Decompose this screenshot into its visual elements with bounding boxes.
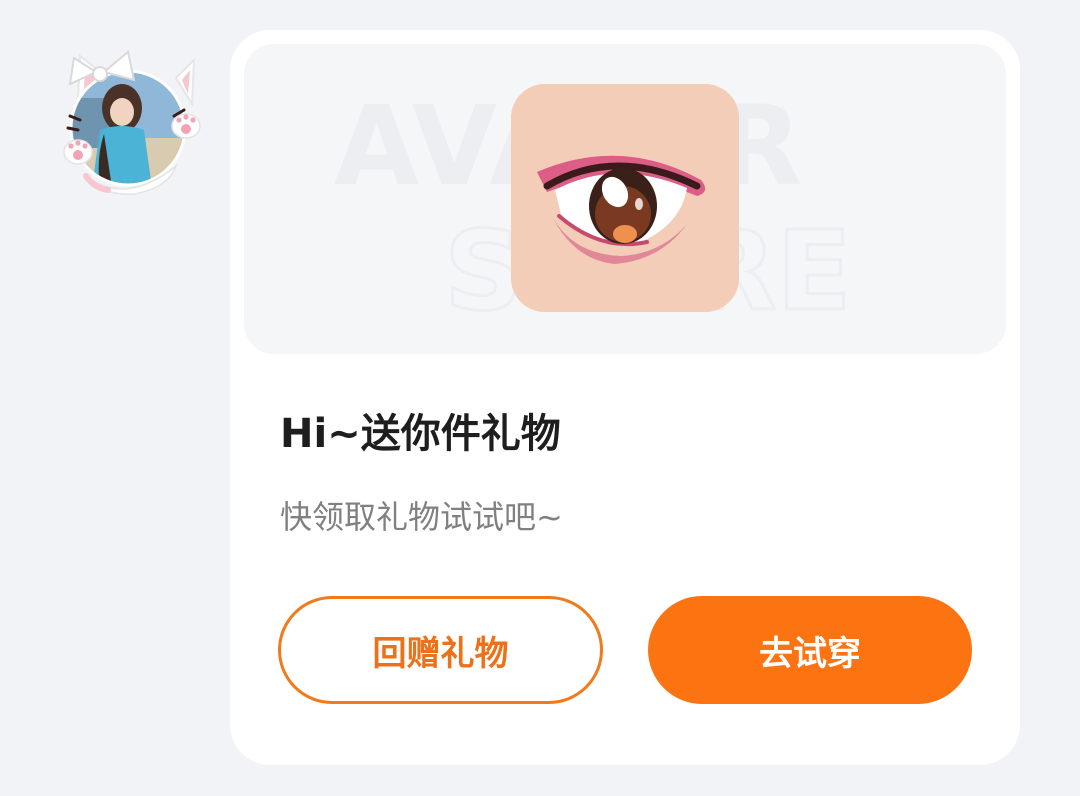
anime-eye-icon [511, 84, 739, 312]
return-gift-label: 回赠礼物 [372, 633, 509, 674]
return-gift-button[interactable]: 回赠礼物 [278, 596, 603, 704]
gift-item-thumbnail[interactable] [511, 84, 739, 312]
try-on-label: 去试穿 [759, 633, 861, 674]
cat-ear-avatar-frame-icon [63, 50, 201, 195]
try-on-button[interactable]: 去试穿 [648, 596, 972, 704]
gift-subtitle: 快领取礼物试试吧~ [280, 498, 563, 536]
gift-preview: AVATAR STORE [244, 44, 1006, 354]
gift-title: Hi~送你件礼物 [280, 411, 561, 457]
gift-message-card: AVATAR STORE Hi~送你件礼物 [230, 30, 1020, 765]
sender-avatar[interactable] [56, 38, 206, 196]
